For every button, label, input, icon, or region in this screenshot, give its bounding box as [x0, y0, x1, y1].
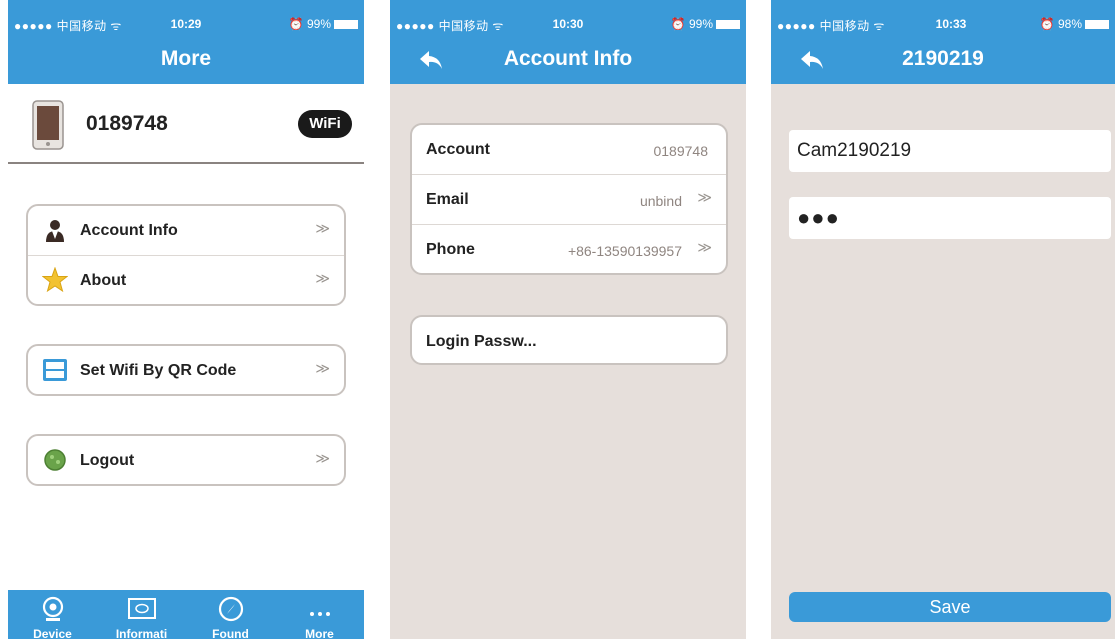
login-password-row[interactable]: Login Passw... — [412, 317, 726, 367]
wifi-badge: WiFi — [298, 110, 352, 138]
device-name-input[interactable] — [789, 130, 1111, 172]
tab-bar: Device Informati Found More — [8, 590, 364, 639]
tab-device[interactable]: Device — [8, 590, 97, 639]
chevron-right-icon: ≫ — [315, 270, 330, 286]
account-details-card: Account 0189748 Email unbind ≫ Phone +86… — [410, 123, 728, 275]
carrier-text: ●●●●● 中国移动 ᯤ — [396, 19, 504, 33]
device-id: 0189748 — [86, 112, 168, 135]
more-screen: ●●●●● 中国移动 ᯤ 10:29 ⏰ 99% More 0189748 Wi… — [8, 0, 364, 639]
navbar: ●●●●● 中国移动 ᯤ 10:33 ⏰ 98% 2190219 — [771, 0, 1115, 84]
phone-device-icon — [32, 100, 64, 150]
account-label: Account — [426, 141, 490, 158]
menu-item-set-wifi-qr[interactable]: Set Wifi By QR Code ≫ — [28, 346, 344, 396]
status-bar: ●●●●● 中国移动 ᯤ 10:30 ⏰ 99% — [390, 0, 746, 40]
menu-item-label: Account Info — [80, 222, 178, 239]
battery-icon — [1085, 20, 1109, 30]
tab-information[interactable]: Informati — [97, 590, 186, 639]
navbar: ●●●●● 中国移动 ᯤ 10:29 ⏰ 99% More — [8, 0, 364, 84]
tab-label: More — [305, 627, 334, 639]
device-name-field[interactable] — [789, 130, 1111, 172]
navbar: ●●●●● 中国移动 ᯤ 10:30 ⏰ 99% Account Info — [390, 0, 746, 84]
menu-item-about[interactable]: About ≫ — [28, 256, 344, 306]
login-password-card: Login Passw... — [410, 315, 728, 365]
login-password-label: Login Passw... — [426, 333, 537, 350]
battery-text: ⏰ 99% — [288, 17, 331, 31]
chevron-right-icon: ≫ — [697, 189, 712, 205]
status-time: 10:30 — [552, 17, 584, 31]
chevron-right-icon: ≫ — [697, 239, 712, 255]
page-title: Account Info — [503, 47, 633, 70]
device-password-field[interactable] — [789, 197, 1111, 239]
page-title: More — [160, 47, 212, 70]
compass-icon — [218, 596, 244, 622]
phone-row[interactable]: Phone +86-13590139957 ≫ — [412, 225, 726, 275]
menu-item-logout[interactable]: Logout ≫ — [28, 436, 344, 486]
status-time: 10:29 — [170, 17, 202, 31]
save-button[interactable]: Save — [789, 592, 1111, 622]
battery-indicator: ⏰ 99% — [671, 17, 740, 31]
menu-item-label: Logout — [80, 452, 135, 469]
battery-text: ⏰ 98% — [1039, 17, 1082, 31]
tab-label: Informati — [115, 627, 168, 639]
page-title: 2190219 — [902, 47, 984, 70]
carrier-text: ●●●●● 中国移动 ᯤ — [777, 19, 885, 33]
tab-more[interactable]: More — [275, 590, 364, 639]
battery-icon — [716, 20, 740, 30]
email-value: unbind — [639, 193, 682, 209]
status-bar: ●●●●● 中国移动 ᯤ 10:33 ⏰ 98% — [771, 0, 1115, 40]
chevron-right-icon: ≫ — [315, 450, 330, 466]
menu-item-label: About — [80, 272, 127, 289]
status-bar: ●●●●● 中国移动 ᯤ 10:29 ⏰ 99% — [8, 0, 364, 40]
tab-found[interactable]: Found — [186, 590, 275, 639]
phone-label: Phone — [426, 241, 475, 258]
camera-icon — [42, 596, 64, 621]
account-value: 0189748 — [653, 143, 708, 159]
edit-device-screen: ●●●●● 中国移动 ᯤ 10:33 ⏰ 98% 2190219 Save — [771, 0, 1115, 639]
chevron-right-icon: ≫ — [315, 220, 330, 236]
menu-group-logout: Logout ≫ — [26, 434, 346, 486]
logout-icon — [44, 449, 66, 471]
battery-indicator: ⏰ 99% — [289, 17, 358, 31]
star-icon — [42, 267, 68, 293]
carrier-text: ●●●●● 中国移动 ᯤ — [14, 19, 122, 33]
more-dots-icon — [310, 612, 330, 616]
chevron-right-icon: ≫ — [315, 360, 330, 376]
email-row[interactable]: Email unbind ≫ — [412, 175, 726, 225]
menu-group-account: Account Info ≫ About ≫ — [26, 204, 346, 306]
user-icon — [46, 220, 64, 242]
device-row[interactable]: 0189748 WiFi — [8, 84, 364, 164]
menu-item-label: Set Wifi By QR Code — [80, 362, 237, 379]
monitor-icon — [128, 598, 156, 619]
battery-text: ⏰ 99% — [670, 17, 713, 31]
account-info-screen: ●●●●● 中国移动 ᯤ 10:30 ⏰ 99% Account Info Ac… — [390, 0, 746, 639]
menu-item-account-info[interactable]: Account Info ≫ — [28, 206, 344, 256]
menu-group-wifi: Set Wifi By QR Code ≫ — [26, 344, 346, 396]
phone-value: +86-13590139957 — [567, 243, 682, 259]
account-row: Account 0189748 — [412, 125, 726, 175]
tab-label: Device — [33, 627, 72, 639]
tab-label: Found — [212, 627, 249, 639]
qr-code-icon — [43, 359, 67, 381]
battery-indicator: ⏰ 98% — [1040, 17, 1109, 31]
battery-icon — [334, 20, 358, 30]
status-time: 10:33 — [935, 17, 967, 31]
device-password-input[interactable] — [789, 197, 1111, 239]
email-label: Email — [426, 191, 469, 208]
